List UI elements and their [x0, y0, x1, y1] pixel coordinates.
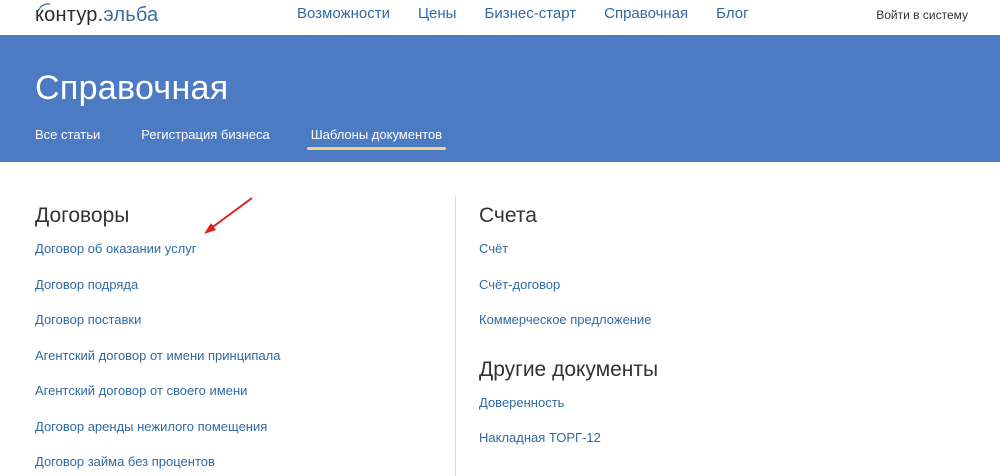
link-agency-principal[interactable]: Агентский договор от имени принципала — [35, 348, 435, 384]
logo-prefix: контур. — [35, 4, 104, 26]
tab-all-articles[interactable]: Все статьи — [35, 127, 100, 142]
nav-item-business-start[interactable]: Бизнес-старт — [484, 5, 576, 22]
category-tabs: Все статьи Регистрация бизнеса Шаблоны д… — [35, 127, 483, 150]
link-agency-own-name[interactable]: Агентский договор от своего имени — [35, 383, 435, 419]
page-title: Справочная — [35, 69, 229, 107]
section-title-other-documents: Другие документы — [479, 357, 659, 381]
link-invoice-contract[interactable]: Счёт-договор — [479, 277, 959, 313]
link-loan-contract[interactable]: Договор займа без процентов — [35, 454, 435, 476]
page-banner: Справочная Все статьи Регистрация бизнес… — [0, 35, 1000, 162]
link-power-of-attorney[interactable]: Доверенность — [479, 395, 959, 431]
link-commercial-offer[interactable]: Коммерческое предложение — [479, 312, 959, 348]
annotation-arrow-icon — [204, 197, 253, 234]
contracts-section: Договоры Договор об оказании услуг Догов… — [35, 204, 435, 476]
nav-item-help[interactable]: Справочная — [604, 5, 688, 22]
nav-item-features[interactable]: Возможности — [297, 5, 390, 22]
link-lease-contract[interactable]: Договор аренды нежилого помещения — [35, 419, 435, 455]
link-services-contract[interactable]: Договор об оказании услуг — [35, 241, 435, 277]
link-invoice[interactable]: Счёт — [479, 241, 959, 277]
section-title-invoices: Счета — [479, 204, 537, 227]
link-supply-contract[interactable]: Договор поставки — [35, 312, 435, 348]
link-torg12[interactable]: Накладная ТОРГ-12 — [479, 430, 959, 466]
login-link[interactable]: Войти в систему — [876, 8, 968, 22]
tab-document-templates[interactable]: Шаблоны документов — [306, 127, 447, 150]
main-nav: Возможности Цены Бизнес-старт Справочная… — [297, 5, 777, 22]
logo[interactable]: контур.эльба — [35, 4, 158, 27]
nav-item-blog[interactable]: Блог — [716, 5, 748, 22]
logo-suffix: эльба — [103, 4, 159, 26]
tab-business-registration[interactable]: Регистрация бизнеса — [141, 127, 269, 142]
link-work-contract[interactable]: Договор подряда — [35, 277, 435, 313]
column-divider — [455, 196, 456, 476]
nav-item-prices[interactable]: Цены — [418, 5, 457, 22]
top-navigation-bar: контур.эльба Возможности Цены Бизнес-ста… — [0, 0, 1000, 32]
right-column: Счета Счёт Счёт-договор Коммерческое пре… — [479, 204, 959, 466]
